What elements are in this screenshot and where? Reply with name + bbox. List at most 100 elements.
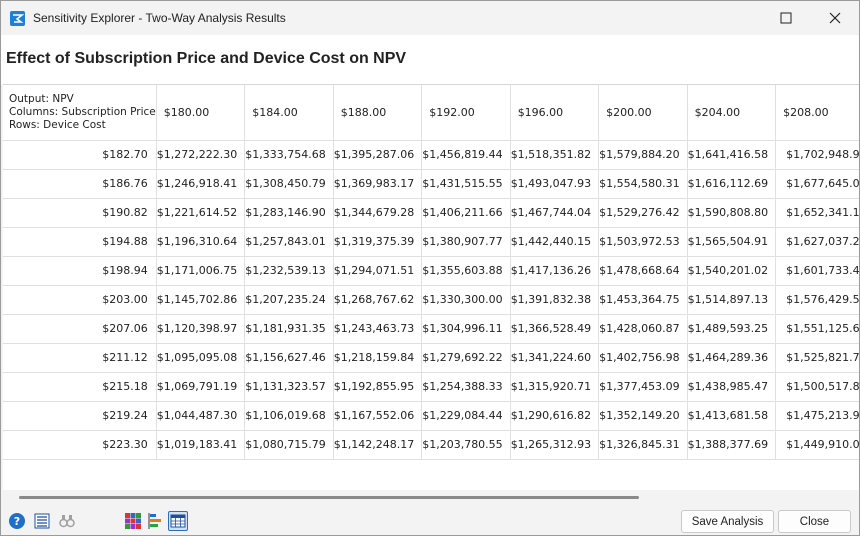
- npv-cell[interactable]: $1,319,375.39: [333, 227, 423, 257]
- npv-cell[interactable]: $1,257,843.01: [244, 227, 334, 257]
- npv-cell[interactable]: $1,503,972.53: [598, 227, 688, 257]
- npv-cell[interactable]: $1,616,112.69: [687, 169, 777, 199]
- npv-cell[interactable]: $1,417,136.26: [510, 256, 600, 286]
- npv-cell[interactable]: $1,627,037.29: [775, 227, 859, 257]
- npv-cell[interactable]: $1,080,715.79: [244, 430, 334, 460]
- close-button[interactable]: Close: [778, 510, 851, 533]
- npv-cell[interactable]: $1,308,450.79: [244, 169, 334, 199]
- npv-cell[interactable]: $1,344,679.28: [333, 198, 423, 228]
- npv-cell[interactable]: $1,069,791.19: [156, 372, 246, 402]
- npv-cell[interactable]: $1,265,312.93: [510, 430, 600, 460]
- color-grid-icon[interactable]: [123, 511, 143, 531]
- npv-cell[interactable]: $1,601,733.40: [775, 256, 859, 286]
- npv-cell[interactable]: $1,019,183.41: [156, 430, 246, 460]
- npv-cell[interactable]: $1,442,440.15: [510, 227, 600, 257]
- npv-cell[interactable]: $1,493,047.93: [510, 169, 600, 199]
- npv-cell[interactable]: $1,142,248.17: [333, 430, 423, 460]
- npv-cell[interactable]: $1,529,276.42: [598, 198, 688, 228]
- npv-cell[interactable]: $1,120,398.97: [156, 314, 246, 344]
- help-icon[interactable]: ?: [7, 511, 27, 531]
- npv-cell[interactable]: $1,315,920.71: [510, 372, 600, 402]
- npv-cell[interactable]: $1,156,627.46: [244, 343, 334, 373]
- npv-cell[interactable]: $1,106,019.68: [244, 401, 334, 431]
- npv-cell[interactable]: $1,243,463.73: [333, 314, 423, 344]
- npv-cell[interactable]: $1,380,907.77: [421, 227, 511, 257]
- npv-cell[interactable]: $1,246,918.41: [156, 169, 246, 199]
- binoculars-icon[interactable]: [57, 511, 77, 531]
- npv-cell[interactable]: $1,192,855.95: [333, 372, 423, 402]
- npv-cell[interactable]: $1,431,515.55: [421, 169, 511, 199]
- npv-cell[interactable]: $1,551,125.62: [775, 314, 859, 344]
- npv-cell[interactable]: $1,167,552.06: [333, 401, 423, 431]
- npv-cell[interactable]: $1,413,681.58: [687, 401, 777, 431]
- npv-cell[interactable]: $1,702,948.96: [775, 140, 859, 170]
- npv-cell[interactable]: $1,478,668.64: [598, 256, 688, 286]
- npv-cell[interactable]: $1,341,224.60: [510, 343, 600, 373]
- maximize-button[interactable]: [763, 1, 809, 35]
- npv-cell[interactable]: $1,554,580.31: [598, 169, 688, 199]
- npv-cell[interactable]: $1,131,323.57: [244, 372, 334, 402]
- npv-cell[interactable]: $1,395,287.06: [333, 140, 423, 170]
- npv-cell[interactable]: $1,590,808.80: [687, 198, 777, 228]
- npv-cell[interactable]: $1,044,487.30: [156, 401, 246, 431]
- npv-cell[interactable]: $1,366,528.49: [510, 314, 600, 344]
- npv-cell[interactable]: $1,449,910.07: [775, 430, 859, 460]
- npv-cell[interactable]: $1,279,692.22: [421, 343, 511, 373]
- npv-cell[interactable]: $1,388,377.69: [687, 430, 777, 460]
- npv-cell[interactable]: $1,489,593.25: [687, 314, 777, 344]
- npv-cell[interactable]: $1,428,060.87: [598, 314, 688, 344]
- npv-cell[interactable]: $1,290,616.82: [510, 401, 600, 431]
- npv-cell[interactable]: $1,677,645.07: [775, 169, 859, 199]
- npv-cell[interactable]: $1,467,744.04: [510, 198, 600, 228]
- npv-cell[interactable]: $1,229,084.44: [421, 401, 511, 431]
- npv-cell[interactable]: $1,326,845.31: [598, 430, 688, 460]
- npv-cell[interactable]: $1,369,983.17: [333, 169, 423, 199]
- npv-cell[interactable]: $1,453,364.75: [598, 285, 688, 315]
- scrollbar-thumb[interactable]: [19, 496, 639, 499]
- npv-cell[interactable]: $1,268,767.62: [333, 285, 423, 315]
- npv-cell[interactable]: $1,145,702.86: [156, 285, 246, 315]
- npv-cell[interactable]: $1,456,819.44: [421, 140, 511, 170]
- npv-cell[interactable]: $1,330,300.00: [421, 285, 511, 315]
- npv-cell[interactable]: $1,438,985.47: [687, 372, 777, 402]
- npv-cell[interactable]: $1,355,603.88: [421, 256, 511, 286]
- npv-cell[interactable]: $1,514,897.13: [687, 285, 777, 315]
- npv-cell[interactable]: $1,333,754.68: [244, 140, 334, 170]
- npv-cell[interactable]: $1,207,235.24: [244, 285, 334, 315]
- npv-cell[interactable]: $1,565,504.91: [687, 227, 777, 257]
- npv-cell[interactable]: $1,406,211.66: [421, 198, 511, 228]
- npv-cell[interactable]: $1,095,095.08: [156, 343, 246, 373]
- npv-cell[interactable]: $1,294,071.51: [333, 256, 423, 286]
- npv-cell[interactable]: $1,475,213.96: [775, 401, 859, 431]
- horizontal-scrollbar[interactable]: [3, 490, 859, 505]
- npv-cell[interactable]: $1,579,884.20: [598, 140, 688, 170]
- window-close-button[interactable]: [812, 1, 858, 35]
- npv-cell[interactable]: $1,272,222.30: [156, 140, 246, 170]
- npv-cell[interactable]: $1,304,996.11: [421, 314, 511, 344]
- npv-cell[interactable]: $1,352,149.20: [598, 401, 688, 431]
- npv-cell[interactable]: $1,218,159.84: [333, 343, 423, 373]
- table-view-icon[interactable]: [168, 511, 188, 531]
- npv-cell[interactable]: $1,254,388.33: [421, 372, 511, 402]
- npv-cell[interactable]: $1,464,289.36: [687, 343, 777, 373]
- npv-cell[interactable]: $1,641,416.58: [687, 140, 777, 170]
- npv-cell[interactable]: $1,576,429.51: [775, 285, 859, 315]
- npv-cell[interactable]: $1,518,351.82: [510, 140, 600, 170]
- npv-cell[interactable]: $1,402,756.98: [598, 343, 688, 373]
- npv-cell[interactable]: $1,232,539.13: [244, 256, 334, 286]
- npv-cell[interactable]: $1,203,780.55: [421, 430, 511, 460]
- npv-cell[interactable]: $1,652,341.18: [775, 198, 859, 228]
- npv-cell[interactable]: $1,391,832.38: [510, 285, 600, 315]
- npv-cell[interactable]: $1,221,614.52: [156, 198, 246, 228]
- npv-cell[interactable]: $1,181,931.35: [244, 314, 334, 344]
- npv-cell[interactable]: $1,377,453.09: [598, 372, 688, 402]
- bar-list-icon[interactable]: [146, 511, 166, 531]
- results-grid[interactable]: Output: NPV Columns: Subscription Price …: [3, 84, 859, 490]
- npv-cell[interactable]: $1,525,821.74: [775, 343, 859, 373]
- npv-cell[interactable]: $1,283,146.90: [244, 198, 334, 228]
- npv-cell[interactable]: $1,196,310.64: [156, 227, 246, 257]
- npv-cell[interactable]: $1,500,517.85: [775, 372, 859, 402]
- save-analysis-button[interactable]: Save Analysis: [681, 510, 774, 533]
- npv-cell[interactable]: $1,171,006.75: [156, 256, 246, 286]
- list-icon[interactable]: [32, 511, 52, 531]
